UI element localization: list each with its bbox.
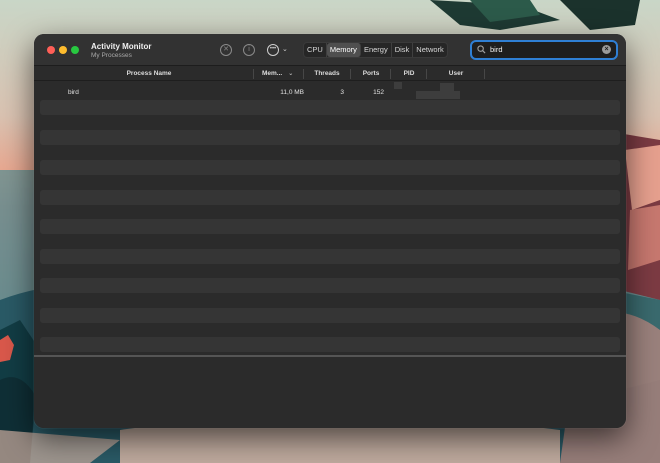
close-window-button[interactable] — [47, 46, 55, 54]
tab-memory[interactable]: Memory — [326, 43, 361, 57]
table-row[interactable] — [40, 337, 620, 352]
column-header-pid[interactable]: PID — [392, 67, 426, 81]
column-header-memory[interactable]: Mem... ⌄ — [256, 67, 304, 81]
tab-cpu[interactable]: CPU — [304, 43, 327, 57]
stop-process-icon[interactable]: ✕ — [220, 44, 232, 56]
sort-chevron-icon: ⌄ — [288, 71, 294, 77]
tab-energy[interactable]: Energy — [361, 43, 392, 57]
column-header-user[interactable]: User — [428, 67, 484, 81]
minimize-window-button[interactable] — [59, 46, 67, 54]
chevron-down-icon[interactable]: ⌄ — [282, 45, 288, 53]
memory-cell: 11,0 MB — [280, 89, 304, 96]
table-row[interactable] — [40, 160, 620, 175]
column-divider[interactable] — [303, 69, 304, 79]
column-divider[interactable] — [484, 69, 485, 79]
tab-disk[interactable]: Disk — [392, 43, 414, 57]
search-input[interactable]: bird — [490, 45, 503, 54]
table-row[interactable] — [40, 219, 620, 234]
search-icon — [477, 45, 486, 54]
column-divider[interactable] — [426, 69, 427, 79]
title-bar: Activity Monitor My Processes ✕ i ••• ⌄ … — [34, 34, 626, 66]
redacted-user — [440, 83, 454, 91]
column-divider[interactable] — [350, 69, 351, 79]
memory-stats-pane — [34, 357, 626, 428]
process-name-cell: bird — [68, 89, 79, 96]
threads-cell: 3 — [340, 89, 344, 96]
zoom-window-button[interactable] — [71, 46, 79, 54]
clear-search-icon[interactable]: × — [602, 45, 611, 54]
column-divider[interactable] — [253, 69, 254, 79]
table-row[interactable]: bird 11,0 MB 3 152 — [40, 82, 620, 100]
column-header-process-name[interactable]: Process Name — [94, 67, 204, 81]
process-table: bird 11,0 MB 3 152 — [34, 82, 626, 352]
table-row[interactable] — [40, 278, 620, 293]
column-header-threads[interactable]: Threads — [306, 67, 348, 81]
column-header-ports[interactable]: Ports — [352, 67, 390, 81]
table-row[interactable] — [40, 249, 620, 264]
process-filter-subtitle[interactable]: My Processes — [91, 52, 132, 59]
table-row[interactable] — [40, 308, 620, 323]
ellipsis-circle-icon[interactable]: ••• — [267, 44, 279, 56]
activity-monitor-window: Activity Monitor My Processes ✕ i ••• ⌄ … — [34, 34, 626, 428]
redacted-user — [416, 91, 460, 99]
table-row[interactable] — [40, 190, 620, 205]
search-field[interactable]: bird × — [470, 40, 618, 60]
table-row[interactable] — [40, 130, 620, 145]
table-row[interactable] — [40, 100, 620, 115]
tab-network[interactable]: Network — [413, 43, 447, 57]
redacted-pid — [394, 82, 402, 89]
ports-cell: 152 — [373, 89, 384, 96]
tab-bar: CPU Memory Energy Disk Network — [303, 42, 448, 58]
info-icon[interactable]: i — [243, 44, 255, 56]
table-header: Process Name Mem... ⌄ Threads Ports PID U… — [34, 67, 626, 81]
column-header-memory-label: Mem... — [262, 70, 283, 77]
app-title: Activity Monitor — [91, 42, 152, 51]
column-divider[interactable] — [390, 69, 391, 79]
